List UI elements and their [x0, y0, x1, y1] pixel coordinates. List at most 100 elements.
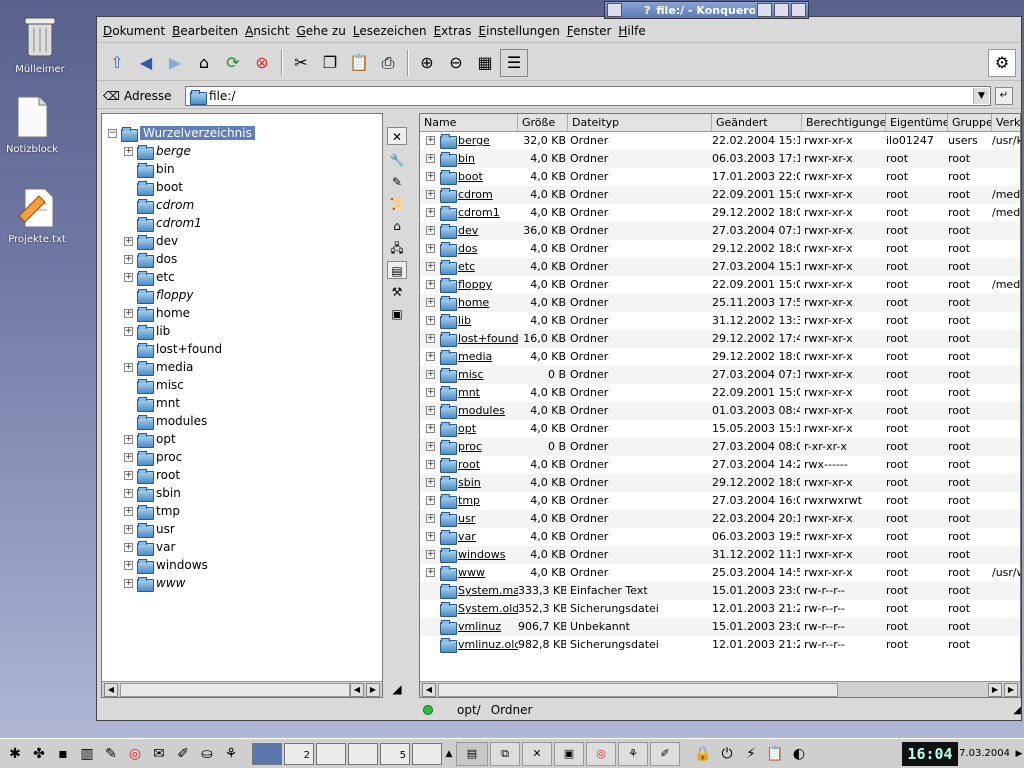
expand-icon[interactable]: +: [426, 208, 435, 217]
fish-icon[interactable]: ⚘: [220, 742, 242, 766]
scroll-right-alt-icon[interactable]: ▶: [1004, 683, 1018, 697]
expand-icon[interactable]: +: [124, 524, 133, 534]
panel-hide-icon[interactable]: ▶: [1014, 742, 1024, 766]
desktop-pager-1[interactable]: [252, 742, 282, 765]
k-menu-icon[interactable]: ✱: [4, 742, 26, 766]
table-row[interactable]: System.old 352,3 KB Sicherungsdatei 12.01.2…: [420, 600, 1020, 618]
expand-icon[interactable]: +: [124, 542, 133, 552]
table-row[interactable]: + tmp 4,0 KB Ordner 27.03.2004 16:00 rwxrwxrw…: [420, 492, 1020, 510]
home-folder-icon[interactable]: ⌂: [387, 217, 407, 235]
table-row[interactable]: + berge 32,0 KB Ordner 22.02.2004 15:17 rwxr-…: [420, 132, 1020, 150]
expand-icon[interactable]: +: [426, 460, 435, 469]
expand-icon[interactable]: +: [426, 190, 435, 199]
tree-item-www[interactable]: + www: [124, 574, 185, 592]
tree-item-modules[interactable]: modules: [124, 412, 207, 430]
clock[interactable]: 16:04: [902, 742, 958, 766]
expand-icon[interactable]: +: [426, 352, 435, 361]
menu-extras[interactable]: Extras: [434, 24, 472, 38]
expand-icon[interactable]: +: [426, 334, 435, 343]
history-icon[interactable]: 📜: [387, 195, 407, 213]
task-konqueror[interactable]: ▤: [456, 741, 488, 766]
table-row[interactable]: + misc 0 B Ordner 27.03.2004 07:10 rwxr-xr-x r…: [420, 366, 1020, 384]
scroll-right-icon[interactable]: ▶: [366, 683, 380, 697]
tree-item-var[interactable]: + var: [124, 538, 175, 556]
column-header[interactable]: Geändert: [712, 114, 802, 132]
desktop-icon-trash[interactable]: Mülleimer: [0, 14, 80, 75]
expand-icon[interactable]: +: [124, 578, 133, 588]
expand-icon[interactable]: +: [426, 496, 435, 505]
opera-icon[interactable]: ◎: [124, 742, 146, 766]
expand-icon[interactable]: +: [426, 550, 435, 559]
table-row[interactable]: + usr 4,0 KB Ordner 22.03.2004 20:12 rwxr-xr-…: [420, 510, 1020, 528]
control-center-icon[interactable]: ▥: [76, 742, 98, 766]
terminal-icon[interactable]: ▪: [52, 742, 74, 766]
expand-icon[interactable]: +: [124, 236, 133, 246]
tree-item-home[interactable]: + home: [124, 304, 190, 322]
menu-lesezeichen[interactable]: Lesezeichen: [353, 24, 427, 38]
expand-icon[interactable]: +: [426, 154, 435, 163]
tree-item-windows[interactable]: + windows: [124, 556, 208, 574]
table-row[interactable]: + media 4,0 KB Ordner 29.12.2002 18:06 rwxr-x…: [420, 348, 1020, 366]
table-row[interactable]: vmlinuz.old 982,8 KB Sicherungsdatei 12.01.…: [420, 636, 1020, 654]
tree-item-dos[interactable]: + dos: [124, 250, 177, 268]
collapse-icon[interactable]: −: [108, 128, 117, 138]
table-row[interactable]: vmlinuz 906,7 KB Unbekannt 15.01.2003 23:02…: [420, 618, 1020, 636]
desktop-pager-3[interactable]: [316, 742, 346, 765]
reload-icon[interactable]: ⟳: [219, 49, 247, 77]
tree-item-boot[interactable]: boot: [124, 178, 183, 196]
table-row[interactable]: + modules 4,0 KB Ordner 01.03.2003 08:41 rwxr…: [420, 402, 1020, 420]
task-window-3[interactable]: ✕: [522, 741, 552, 766]
table-row[interactable]: + opt 4,0 KB Ordner 15.05.2003 15:10 rwxr-xr-…: [420, 420, 1020, 438]
tree-item-mnt[interactable]: mnt: [124, 394, 180, 412]
resize-grip-icon[interactable]: ◢: [1013, 705, 1021, 716]
expand-icon[interactable]: +: [426, 442, 435, 451]
column-header[interactable]: Name: [420, 114, 518, 132]
tree-item-lib[interactable]: + lib: [124, 322, 170, 340]
cut-icon[interactable]: ✂: [287, 49, 315, 77]
logout-icon[interactable]: ⏻: [716, 742, 738, 766]
scroll-thumb[interactable]: [120, 683, 350, 697]
table-row[interactable]: + var 4,0 KB Ordner 06.03.2003 19:58 rwxr-xr-…: [420, 528, 1020, 546]
tree-item-opt[interactable]: + opt: [124, 430, 176, 448]
help-icon[interactable]: ✎: [100, 742, 122, 766]
table-row[interactable]: + lib 4,0 KB Ordner 31.12.2002 13:36 rwxr-xr-…: [420, 312, 1020, 330]
tree-item-floppy[interactable]: floppy: [124, 286, 193, 304]
expand-icon[interactable]: +: [426, 424, 435, 433]
expand-icon[interactable]: +: [426, 388, 435, 397]
column-header[interactable]: Eigentümer: [886, 114, 948, 132]
chevron-down-icon[interactable]: ▼: [973, 88, 989, 104]
resize-grip-icon[interactable]: ◢: [387, 680, 407, 698]
maximize-button[interactable]: [774, 3, 789, 17]
expand-icon[interactable]: +: [426, 514, 435, 523]
table-row[interactable]: + boot 4,0 KB Ordner 17.01.2003 22:03 rwxr-xr…: [420, 168, 1020, 186]
task-window-2[interactable]: ⧉: [490, 741, 520, 766]
table-row[interactable]: + mnt 4,0 KB Ordner 22.09.2001 15:08 rwxr-xr-…: [420, 384, 1020, 402]
desktop-icon-notes[interactable]: Notizblock: [0, 96, 72, 155]
network-tray-icon[interactable]: ⚡: [740, 742, 762, 766]
expand-icon[interactable]: +: [124, 560, 133, 570]
column-header[interactable]: Größe: [518, 114, 568, 132]
table-row[interactable]: + floppy 4,0 KB Ordner 22.09.2001 15:08 rwxr-…: [420, 276, 1020, 294]
show-desktop-icon[interactable]: ✤: [28, 742, 50, 766]
window-titlebar[interactable]: ? file:/ - Konqueror: [604, 1, 809, 19]
lock-icon[interactable]: 🔒: [692, 742, 714, 766]
column-header[interactable]: Berechtigungen: [802, 114, 886, 132]
scroll-thumb[interactable]: [438, 683, 838, 697]
stop-icon[interactable]: ⊗: [248, 49, 276, 77]
tree-item-root[interactable]: + root: [124, 466, 180, 484]
tree-item-cdrom[interactable]: cdrom: [124, 196, 194, 214]
column-header[interactable]: Gruppe: [948, 114, 992, 132]
task-window-4[interactable]: ▣: [554, 741, 584, 766]
home-icon[interactable]: ⌂: [190, 49, 218, 77]
mail-icon[interactable]: ✉: [148, 742, 170, 766]
table-row[interactable]: System.map333,3 KB Einfacher Text 15.01.20…: [420, 582, 1020, 600]
expand-icon[interactable]: +: [124, 362, 133, 372]
expand-icon[interactable]: +: [426, 136, 435, 145]
table-row[interactable]: + dev 36,0 KB Ordner 27.03.2004 07:10 rwxr-xr…: [420, 222, 1020, 240]
tree-view-icon[interactable]: ☰: [500, 48, 528, 77]
clear-location-icon[interactable]: ⌫: [103, 89, 120, 103]
expand-icon[interactable]: +: [426, 568, 435, 577]
table-row[interactable]: + dos 4,0 KB Ordner 29.12.2002 18:06 rwxr-xr-…: [420, 240, 1020, 258]
menu-fenster[interactable]: Fenster: [567, 24, 612, 38]
table-row[interactable]: + bin 4,0 KB Ordner 06.03.2003 17:12 rwxr-xr-…: [420, 150, 1020, 168]
